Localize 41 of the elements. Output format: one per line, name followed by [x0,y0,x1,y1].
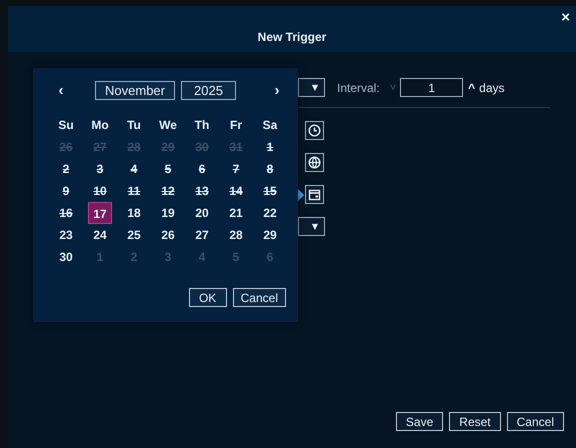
save-button[interactable]: Save [396,412,444,431]
calendar-day[interactable]: 18 [122,202,146,224]
interval-unit: days [479,80,504,94]
weekday-label: Sa [262,117,278,134]
year-dropdown[interactable]: 2025 [181,81,236,100]
calendar-day[interactable]: 26 [156,224,180,246]
calendar-day[interactable]: 20 [190,202,214,224]
calendar-day[interactable]: 22 [258,202,282,224]
calendar-day[interactable]: 28 [224,224,248,246]
calendar-day[interactable]: 21 [224,202,248,224]
ok-button[interactable]: OK [188,288,227,307]
calendar-day[interactable]: 30 [54,246,78,268]
frequency-dropdown[interactable]: ▼ [298,78,325,97]
option-dropdown[interactable]: ▼ [298,217,325,236]
globe-icon-button[interactable] [305,153,324,172]
previous-month-button[interactable]: ‹ [51,82,71,98]
calendar-day[interactable]: 23 [54,224,78,246]
dialog-title: New Trigger [258,30,326,44]
weekday-label: We [158,117,178,134]
calendar-day[interactable]: 19 [156,202,180,224]
calendar-icon-button[interactable] [305,185,324,204]
calendar-day[interactable]: 29 [258,224,282,246]
weekday-label: Fr [229,117,243,134]
cancel-button[interactable]: Cancel [506,412,564,431]
increment-button[interactable]: ^ [468,80,476,94]
close-button[interactable]: × [559,9,572,26]
clock-icon-button[interactable] [305,121,324,140]
interval-label: Interval: [337,80,380,94]
month-dropdown[interactable]: November [95,81,175,100]
calendar-day[interactable]: 27 [190,224,214,246]
cancel-button[interactable]: Cancel [232,288,286,307]
weekday-label: Mo [90,117,110,134]
next-month-button[interactable]: › [267,82,287,98]
calendar-day[interactable]: 17 [88,202,112,224]
weekday-label: Th [194,117,210,134]
reset-button[interactable]: Reset [449,412,501,431]
calendar-day[interactable]: 24 [88,224,112,246]
calendar-day[interactable]: 25 [122,224,146,246]
weekday-label: Tu [126,117,142,134]
interval-field[interactable]: 1 [400,78,464,97]
weekday-label: Su [57,117,75,134]
